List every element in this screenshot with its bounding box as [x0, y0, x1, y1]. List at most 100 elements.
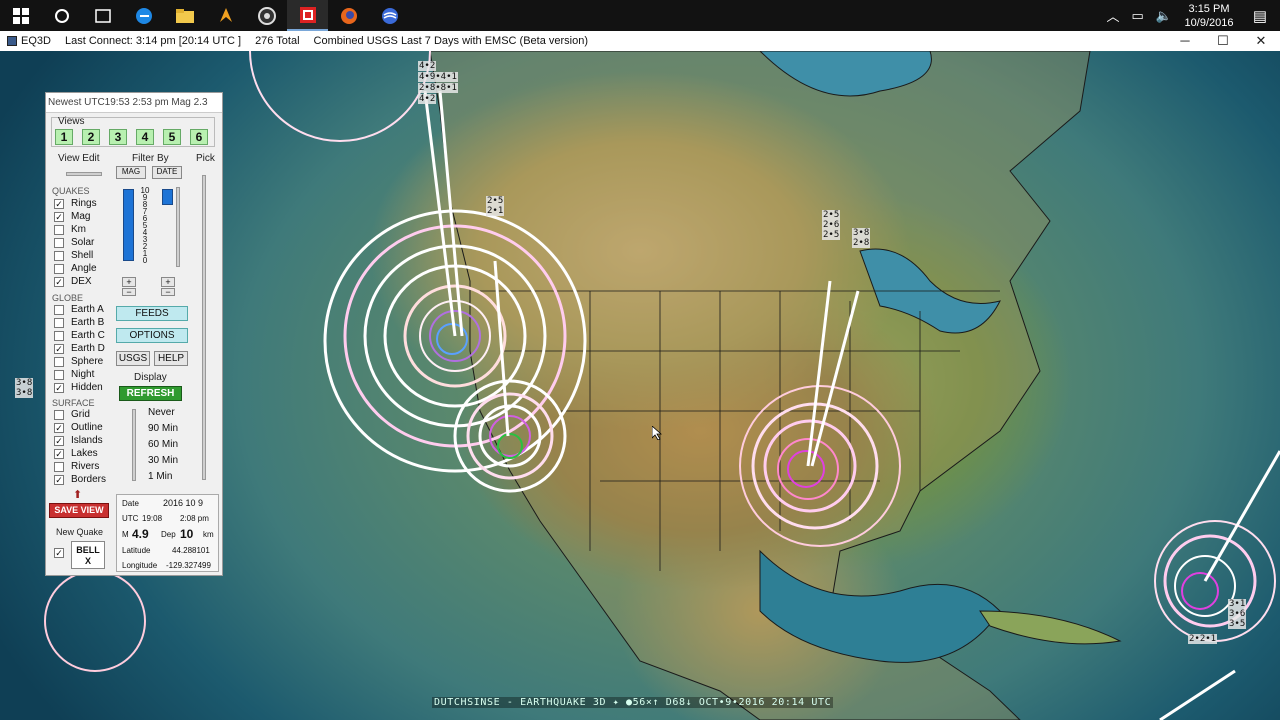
date-filter-button[interactable]: DATE	[152, 166, 182, 179]
outline-checkbox[interactable]: ✓	[54, 422, 64, 433]
checkbox-lakes[interactable]: ✓ Lakes	[54, 447, 98, 460]
notification-icon[interactable]: ▤	[1240, 7, 1280, 25]
sphere-checkbox[interactable]	[54, 356, 64, 367]
network-icon[interactable]: ▭	[1132, 8, 1144, 24]
feeds-button[interactable]: FEEDS	[116, 306, 188, 321]
date-slider[interactable]	[176, 187, 180, 267]
winamp-icon[interactable]	[205, 0, 246, 31]
refresh-never[interactable]: Never	[148, 407, 175, 418]
refresh-1-min[interactable]: 1 Min	[148, 471, 172, 482]
km-checkbox[interactable]	[54, 224, 64, 235]
file-explorer-icon[interactable]	[164, 0, 205, 31]
checkbox-hidden[interactable]: ✓ Hidden	[54, 381, 103, 394]
checkbox-rings[interactable]: ✓ Rings	[54, 197, 97, 210]
dex-checkbox[interactable]: ✓	[54, 276, 64, 287]
clock[interactable]: 3:15 PM 10/9/2016	[1178, 2, 1240, 30]
view-edit-label: View Edit	[58, 153, 100, 164]
view-4-button[interactable]: 4	[136, 129, 154, 145]
checkbox-dex[interactable]: ✓ DEX	[54, 275, 92, 288]
view-6-button[interactable]: 6	[190, 129, 208, 145]
save-view-button[interactable]: SAVE VIEW	[49, 503, 109, 518]
cortana-icon[interactable]	[41, 0, 82, 31]
mag-label-nw-4: 4•2	[418, 94, 437, 104]
checkbox-earth-d[interactable]: ✓ Earth D	[54, 342, 105, 355]
borders-checkbox[interactable]: ✓	[54, 474, 64, 485]
earth-d-checkbox[interactable]: ✓	[54, 343, 64, 354]
refresh-90-min[interactable]: 90 Min	[148, 423, 178, 434]
maximize-button[interactable]: ☐	[1204, 31, 1242, 51]
refresh-slider[interactable]	[132, 409, 136, 481]
bell-button[interactable]: BELL X	[71, 541, 105, 569]
app-icon	[7, 36, 17, 46]
system-tray: ︿ ▭ 🔈 3:15 PM 10/9/2016 ▤	[1101, 0, 1280, 31]
refresh-30-min[interactable]: 30 Min	[148, 455, 178, 466]
checkbox-borders[interactable]: ✓ Borders	[54, 473, 106, 486]
view-5-button[interactable]: 5	[163, 129, 181, 145]
angle-checkbox[interactable]	[54, 263, 64, 274]
checkbox-earth-c[interactable]: Earth C	[54, 329, 105, 342]
checkbox-shell[interactable]: Shell	[54, 249, 93, 262]
checkbox-grid[interactable]: Grid	[54, 408, 90, 421]
rings-checkbox[interactable]: ✓	[54, 198, 64, 209]
mag-plus-button[interactable]: +	[122, 277, 136, 287]
hidden-checkbox[interactable]: ✓	[54, 382, 64, 393]
checkbox-solar[interactable]: Solar	[54, 236, 94, 249]
windows-start-icon[interactable]	[0, 0, 41, 31]
mag-checkbox[interactable]: ✓	[54, 211, 64, 222]
date-plus-button[interactable]: +	[161, 277, 175, 287]
minimize-button[interactable]: ─	[1166, 31, 1204, 51]
mag-minus-button[interactable]: −	[122, 288, 136, 297]
earth-icon[interactable]	[369, 0, 410, 31]
view-edit-slider[interactable]	[66, 172, 102, 176]
date-range-bar[interactable]	[162, 189, 173, 205]
earth-a-checkbox[interactable]	[54, 304, 64, 315]
close-button[interactable]: ✕	[1242, 31, 1280, 51]
islands-label: Islands	[71, 435, 103, 446]
mag-range-bar[interactable]	[123, 189, 134, 261]
islands-checkbox[interactable]: ✓	[54, 435, 64, 446]
rivers-checkbox[interactable]	[54, 461, 64, 472]
mag-scale: 10 9 8 7 6 5 4 3 2 1 0	[140, 186, 150, 265]
lakes-checkbox[interactable]: ✓	[54, 448, 64, 459]
earth-b-label: Earth B	[71, 317, 105, 328]
display-label: Display	[134, 372, 167, 383]
checkbox-night[interactable]: Night	[54, 368, 94, 381]
edge-icon[interactable]	[123, 0, 164, 31]
bell-x: X	[84, 556, 91, 566]
shell-checkbox[interactable]	[54, 250, 64, 261]
checkbox-angle[interactable]: Angle	[54, 262, 97, 275]
view-2-button[interactable]: 2	[82, 129, 100, 145]
pick-slider[interactable]	[202, 175, 206, 480]
eq3d-icon[interactable]	[287, 0, 328, 31]
chevron-up-icon[interactable]: ︿	[1107, 6, 1120, 25]
usgs-button[interactable]: USGS	[116, 351, 150, 366]
view-1-button[interactable]: 1	[55, 129, 73, 145]
firefox-icon[interactable]	[328, 0, 369, 31]
checkbox-islands[interactable]: ✓ Islands	[54, 434, 103, 447]
view-3-button[interactable]: 3	[109, 129, 127, 145]
help-button[interactable]: HELP	[154, 351, 188, 366]
checkbox-km[interactable]: Km	[54, 223, 86, 236]
checkbox-rivers[interactable]: Rivers	[54, 460, 99, 473]
checkbox-sphere[interactable]: Sphere	[54, 355, 103, 368]
refresh-button[interactable]: REFRESH	[119, 386, 182, 401]
grid-label: Grid	[71, 409, 90, 420]
solar-checkbox[interactable]	[54, 237, 64, 248]
refresh-60-min[interactable]: 60 Min	[148, 439, 178, 450]
night-checkbox[interactable]	[54, 369, 64, 380]
checkbox-outline[interactable]: ✓ Outline	[54, 421, 103, 434]
date-minus-button[interactable]: −	[161, 288, 175, 297]
mag-filter-button[interactable]: MAG	[116, 166, 146, 179]
task-view-icon[interactable]	[82, 0, 123, 31]
mag-label-nw-3: 2•8•8•1	[418, 83, 458, 93]
obs-icon[interactable]	[246, 0, 287, 31]
checkbox-earth-b[interactable]: Earth B	[54, 316, 104, 329]
options-button[interactable]: OPTIONS	[116, 328, 188, 343]
grid-checkbox[interactable]	[54, 409, 64, 420]
checkbox-earth-a[interactable]: Earth A	[54, 303, 104, 316]
earth-b-checkbox[interactable]	[54, 317, 64, 328]
new-quake-checkbox[interactable]: ✓	[54, 548, 64, 558]
earth-c-checkbox[interactable]	[54, 330, 64, 341]
volume-icon[interactable]: 🔈	[1156, 8, 1172, 24]
checkbox-mag[interactable]: ✓ Mag	[54, 210, 90, 223]
